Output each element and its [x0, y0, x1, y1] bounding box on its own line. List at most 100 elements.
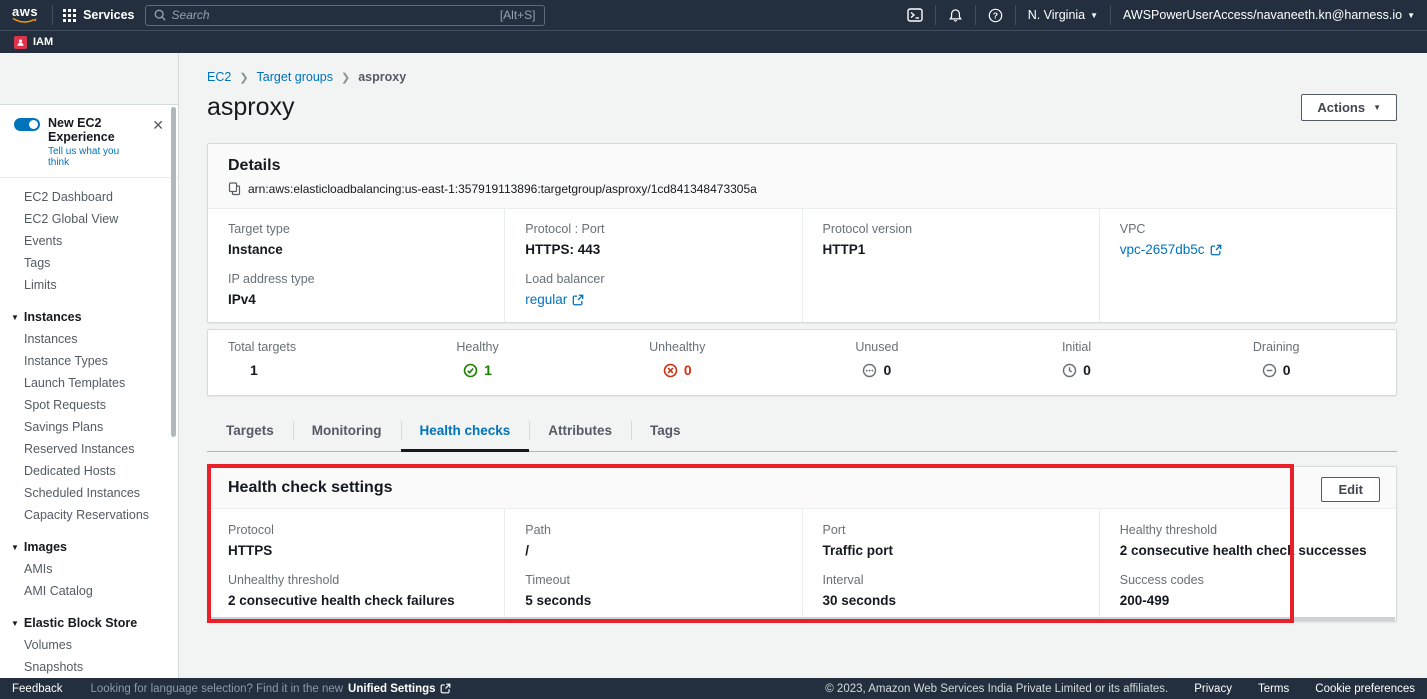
services-grid-icon	[63, 9, 76, 22]
sidebar-section-images[interactable]: ▼ Images	[0, 536, 178, 558]
account-label: AWSPowerUserAccess/navaneeth.kn@harness.…	[1123, 8, 1402, 22]
tab-health-checks[interactable]: Health checks	[401, 412, 530, 451]
sidebar-section-instances[interactable]: ▼Instances	[0, 306, 178, 328]
breadcrumb: EC2 ❯ Target groups ❯ asproxy	[207, 70, 1397, 84]
global-search[interactable]: [Alt+S]	[145, 5, 545, 26]
sidebar-item-dedicated-hosts[interactable]: Dedicated Hosts	[0, 460, 178, 482]
favorites-bar: IAM	[0, 30, 1427, 53]
hc-healthy-threshold-value: 2 consecutive health check successes	[1120, 543, 1376, 559]
edit-button[interactable]: Edit	[1321, 477, 1380, 502]
feedback-link[interactable]: Feedback	[12, 683, 63, 695]
cookie-preferences-link[interactable]: Cookie preferences	[1315, 683, 1415, 695]
section-label: Images	[24, 540, 67, 554]
unified-settings-label: Unified Settings	[348, 683, 436, 695]
vpc-link[interactable]: vpc-2657db5c	[1120, 242, 1376, 258]
sidebar-item-ec2-global-view[interactable]: EC2 Global View	[0, 208, 178, 230]
chevron-down-icon: ▼	[11, 313, 19, 322]
divider	[1110, 5, 1111, 25]
target-group-arn: arn:aws:elasticloadbalancing:us-east-1:3…	[248, 182, 757, 196]
sidebar-item-amis[interactable]: AMIs	[0, 558, 178, 580]
breadcrumb-separator-icon: ❯	[341, 71, 350, 84]
account-menu[interactable]: AWSPowerUserAccess/navaneeth.kn@harness.…	[1123, 8, 1415, 22]
field-label: Interval	[823, 573, 1079, 588]
sidebar-section-elastic-block-store[interactable]: ▼Elastic Block Store	[0, 612, 178, 634]
sidebar-item-ec2-dashboard[interactable]: EC2 Dashboard	[0, 186, 178, 208]
hc-interval-value: 30 seconds	[823, 593, 1079, 609]
health-check-settings-title: Health check settings	[228, 479, 1376, 497]
actions-label: Actions	[1317, 100, 1365, 115]
field-label: Protocol version	[823, 222, 1079, 237]
load-balancer-value: regular	[525, 292, 567, 308]
sidebar-item-tags[interactable]: Tags	[0, 252, 178, 274]
details-column: VPC vpc-2657db5c	[1099, 209, 1396, 322]
tab-monitoring[interactable]: Monitoring	[293, 412, 401, 451]
sidebar: New EC2 Experience Tell us what you thin…	[0, 53, 179, 678]
privacy-link[interactable]: Privacy	[1194, 683, 1232, 695]
external-link-icon	[440, 683, 451, 694]
tab-bar: Targets Monitoring Health checks Attribu…	[207, 412, 1397, 452]
draining-minus-circle-icon	[1262, 363, 1277, 378]
cloudshell-icon[interactable]	[907, 8, 923, 22]
field-label: Target type	[228, 222, 484, 237]
unified-settings-link[interactable]: Unified Settings	[348, 683, 451, 695]
chevron-down-icon: ▼	[11, 543, 19, 552]
sidebar-item-limits[interactable]: Limits	[0, 274, 178, 296]
copyright-text: © 2023, Amazon Web Services India Privat…	[825, 683, 1168, 695]
load-balancer-link[interactable]: regular	[525, 292, 781, 308]
sidebar-item-reserved-instances[interactable]: Reserved Instances	[0, 438, 178, 460]
new-experience-feedback-link[interactable]: Tell us what you think	[48, 146, 142, 168]
tab-targets[interactable]: Targets	[207, 412, 293, 451]
sidebar-item-ami-catalog[interactable]: AMI Catalog	[0, 580, 178, 602]
services-menu[interactable]: Services	[63, 8, 134, 22]
sidebar-item-snapshots[interactable]: Snapshots	[0, 656, 178, 678]
page-title: asproxy	[207, 93, 295, 122]
sidebar-item-spot-requests[interactable]: Spot Requests	[0, 394, 178, 416]
health-check-column: PortTraffic port Interval30 seconds	[802, 509, 1099, 621]
sidebar-item-capacity-reservations[interactable]: Capacity Reservations	[0, 504, 178, 526]
health-check-settings-panel: Health check settings Edit ProtocolHTTPS…	[207, 466, 1397, 622]
stat-unhealthy: Unhealthy 0	[577, 340, 777, 383]
search-input[interactable]	[172, 8, 494, 22]
section-label: Elastic Block Store	[24, 616, 137, 630]
tab-attributes[interactable]: Attributes	[529, 412, 631, 451]
close-icon[interactable]: ✕	[150, 116, 166, 134]
breadcrumb-target-groups[interactable]: Target groups	[257, 70, 333, 84]
vpc-value: vpc-2657db5c	[1120, 242, 1205, 258]
sidebar-item-instances[interactable]: Instances	[0, 328, 178, 350]
sidebar-item-volumes[interactable]: Volumes	[0, 634, 178, 656]
sidebar-item-savings-plans[interactable]: Savings Plans	[0, 416, 178, 438]
tab-tags[interactable]: Tags	[631, 412, 700, 451]
initial-clock-circle-icon	[1062, 363, 1077, 378]
services-label: Services	[83, 8, 134, 22]
horizontal-scrollbar[interactable]	[209, 617, 1395, 621]
chevron-down-icon: ▼	[1090, 11, 1098, 20]
aws-logo-text: aws	[12, 6, 38, 17]
sidebar-item-scheduled-instances[interactable]: Scheduled Instances	[0, 482, 178, 504]
sidebar-item-instance-types[interactable]: Instance Types	[0, 350, 178, 372]
unhealthy-x-circle-icon	[663, 363, 678, 378]
sidebar-item-events[interactable]: Events	[0, 230, 178, 252]
protocol-port-value: HTTPS: 443	[525, 242, 781, 258]
new-experience-toggle[interactable]	[14, 118, 40, 131]
sidebar-scrollbar[interactable]	[171, 107, 176, 437]
sidebar-item-launch-templates[interactable]: Launch Templates	[0, 372, 178, 394]
breadcrumb-separator-icon: ❯	[239, 71, 248, 84]
stat-unused: Unused 0	[777, 340, 977, 383]
breadcrumb-ec2[interactable]: EC2	[207, 70, 231, 84]
healthy-check-circle-icon	[463, 363, 478, 378]
divider	[52, 5, 53, 25]
aws-logo[interactable]: aws	[12, 6, 38, 24]
favorite-iam[interactable]: IAM	[14, 36, 53, 49]
chevron-down-icon: ▼	[1407, 11, 1415, 20]
copy-icon[interactable]	[228, 182, 241, 196]
terms-link[interactable]: Terms	[1258, 683, 1289, 695]
help-icon[interactable]: ?	[988, 8, 1003, 23]
notifications-bell-icon[interactable]	[948, 8, 963, 23]
chevron-down-icon: ▼	[1373, 103, 1381, 112]
ip-address-type-value: IPv4	[228, 292, 484, 308]
external-link-icon	[1210, 244, 1222, 256]
actions-button[interactable]: Actions ▼	[1301, 94, 1397, 121]
field-label: Load balancer	[525, 272, 781, 287]
region-selector[interactable]: N. Virginia ▼	[1028, 8, 1098, 22]
stat-value: 0	[883, 362, 891, 378]
